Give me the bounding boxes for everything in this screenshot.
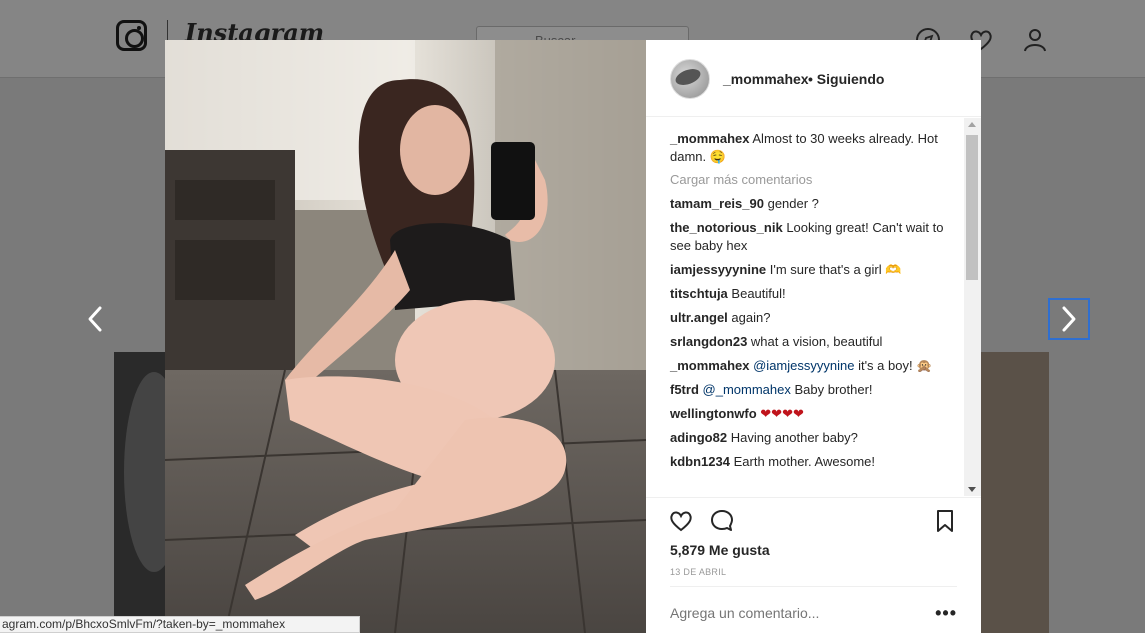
likes-count[interactable]: 5,879 Me gusta <box>670 542 770 558</box>
comment-username[interactable]: tamam_reis_90 <box>670 196 764 211</box>
comment-item: srlangdon23 what a vision, beautiful <box>670 333 960 351</box>
previous-post-button[interactable] <box>80 299 110 339</box>
comment-bubble-icon[interactable] <box>709 508 735 534</box>
comment-username[interactable]: wellingtonwfo <box>670 406 757 421</box>
comment-item: the_notorious_nik Looking great! Can't w… <box>670 219 960 255</box>
comment-text: it's a boy! 🙊 <box>858 358 933 373</box>
background-thumbnail-left <box>114 352 184 633</box>
comment-text: ❤❤❤❤ <box>760 406 804 421</box>
comments-list[interactable]: _mommahex Almost to 30 weeks already. Ho… <box>646 118 981 496</box>
comment-item: iamjessyyynine I'm sure that's a girl 🫶 <box>670 261 960 279</box>
load-more-comments-link[interactable]: Cargar más comentarios <box>670 172 960 187</box>
comment-item: adingo82 Having another baby? <box>670 429 960 447</box>
comments-scrollbar[interactable] <box>964 118 981 496</box>
scrollbar-thumb[interactable] <box>966 135 978 280</box>
comment-username[interactable]: adingo82 <box>670 430 727 445</box>
post-caption: _mommahex Almost to 30 weeks already. Ho… <box>670 130 960 166</box>
comment-mention[interactable]: @_mommahex <box>703 382 791 397</box>
scroll-up-arrow-icon[interactable] <box>968 122 976 127</box>
comment-item: kdbn1234 Earth mother. Awesome! <box>670 453 960 471</box>
comment-username[interactable]: f5trd <box>670 382 699 397</box>
avatar[interactable] <box>670 59 710 99</box>
post-photo-image <box>165 40 646 633</box>
scroll-down-arrow-icon[interactable] <box>968 487 976 492</box>
background-thumbnail-right <box>981 352 1049 633</box>
add-comment-section: ••• <box>670 586 957 633</box>
caption-username[interactable]: _mommahex <box>670 131 749 146</box>
comment-item: ultr.angel again? <box>670 309 960 327</box>
follow-status[interactable]: • Siguiendo <box>808 71 884 87</box>
comment-username[interactable]: ultr.angel <box>670 310 728 325</box>
comment-text: what a vision, beautiful <box>750 334 883 349</box>
comment-username[interactable]: iamjessyyynine <box>670 262 766 277</box>
chevron-left-icon <box>88 306 102 332</box>
comment-item: tamam_reis_90 gender ? <box>670 195 960 213</box>
comment-item: f5trd @_mommahex Baby brother! <box>670 381 960 399</box>
comment-item: wellingtonwfo ❤❤❤❤ <box>670 405 960 423</box>
comment-username[interactable]: titschtuja <box>670 286 728 301</box>
comment-text: I'm sure that's a girl 🫶 <box>769 262 902 277</box>
status-bar-url: agram.com/p/BhcxoSmlvFm/?taken-by=_momma… <box>0 616 360 633</box>
comment-item: titschtuja Beautiful! <box>670 285 960 303</box>
more-options-button[interactable]: ••• <box>935 603 957 624</box>
comment-text: Baby brother! <box>794 382 873 397</box>
chevron-right-icon <box>1062 306 1076 332</box>
instagram-camera-icon <box>116 20 147 51</box>
post-author-username[interactable]: _mommahex <box>723 71 809 87</box>
comment-username[interactable]: the_notorious_nik <box>670 220 783 235</box>
comment-username[interactable]: kdbn1234 <box>670 454 730 469</box>
bookmark-icon[interactable] <box>932 508 958 534</box>
comment-text: Beautiful! <box>731 286 786 301</box>
like-heart-icon[interactable] <box>668 508 694 534</box>
profile-icon <box>1022 27 1048 53</box>
comment-text: Earth mother. Awesome! <box>733 454 875 469</box>
post-photo[interactable] <box>165 40 646 633</box>
comment-text: Having another baby? <box>730 430 858 445</box>
comment-text: gender ? <box>767 196 819 211</box>
comment-item: _mommahex @iamjessyyynine it's a boy! 🙊 <box>670 357 960 375</box>
post-date[interactable]: 13 DE ABRIL <box>670 567 726 577</box>
comment-mention[interactable]: @iamjessyyynine <box>753 358 854 373</box>
comment-username[interactable]: srlangdon23 <box>670 334 747 349</box>
post-actions: 5,879 Me gusta 13 DE ABRIL ••• <box>646 497 981 633</box>
comment-username[interactable]: _mommahex <box>670 358 749 373</box>
comment-text: again? <box>731 310 771 325</box>
next-post-button[interactable] <box>1048 298 1090 340</box>
add-comment-input[interactable] <box>670 605 920 621</box>
post-header: _mommahex • Siguiendo <box>646 40 981 117</box>
post-side-panel: _mommahex • Siguiendo _mommahex Almost t… <box>646 40 981 633</box>
